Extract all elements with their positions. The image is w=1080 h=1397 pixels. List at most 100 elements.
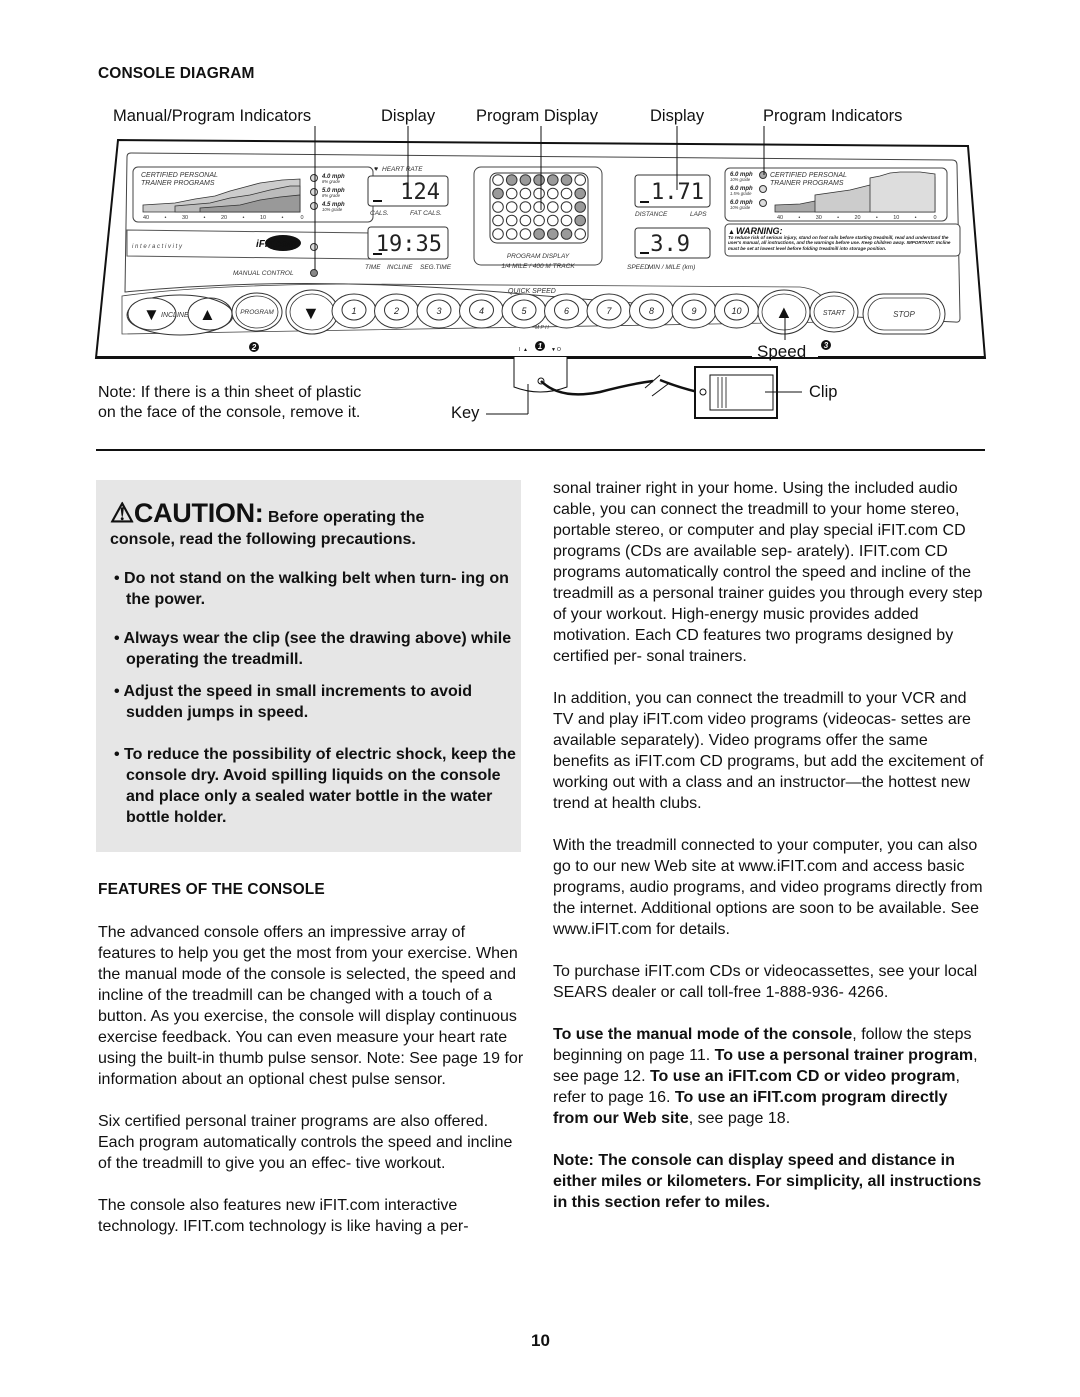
matrix-dot — [547, 174, 559, 186]
scale-tick-label: 10 — [893, 215, 899, 221]
mph-label: M P H — [535, 325, 549, 331]
display-2-label-time: TIME — [365, 264, 381, 271]
track-label: 1/4 MILE / 400 M TRACK — [501, 263, 575, 270]
speed-down-icon: ▼ — [302, 303, 320, 323]
start-button-label: START — [823, 310, 846, 317]
manual-control-light — [310, 269, 318, 277]
matrix-dot — [505, 187, 518, 200]
left-programs-title-1: CERTIFIED PERSONAL — [141, 172, 218, 179]
matrix-dot — [505, 174, 518, 186]
matrix-dot — [547, 201, 559, 213]
right-paragraph-3: With the treadmill connected to your com… — [553, 837, 983, 938]
scale-tick-label: 20 — [221, 215, 227, 221]
matrix-dot — [533, 228, 545, 240]
manual-control-label: MANUAL CONTROL — [233, 270, 294, 277]
warning-text: To reduce risk of serious injury, stand … — [728, 235, 951, 251]
display-2-label-segtime: SEG.TIME — [420, 264, 452, 271]
incline-down-icon: ▼ — [143, 305, 160, 324]
matrix-dot — [574, 214, 587, 227]
display-2-value: 19:35 — [376, 232, 442, 257]
page-number: 10 — [531, 1331, 550, 1350]
quick-speed-button-2[interactable]: 2 — [374, 293, 419, 329]
quick-speed-label: 2 — [393, 306, 399, 316]
right-indicator-light-2 — [759, 185, 767, 193]
scale-tick-label: • — [282, 215, 284, 221]
quick-speed-button-6[interactable]: 6 — [544, 293, 589, 329]
quick-speed-button-1[interactable]: 1 — [331, 293, 377, 329]
matrix-dot — [547, 187, 559, 200]
matrix-dot — [560, 214, 573, 227]
safety-key — [513, 357, 568, 393]
scale-tick-label: 30 — [182, 215, 188, 221]
quick-speed-button-3[interactable]: 3 — [416, 293, 462, 329]
callout-key: Key — [451, 404, 480, 422]
matrix-dot — [505, 228, 518, 240]
program-grade-label: 1.5% grade — [730, 191, 752, 196]
quick-speed-button-9[interactable]: 9 — [671, 293, 717, 329]
program-display-label: PROGRAM DISPLAY — [507, 253, 570, 260]
scale-tick-label: 40 — [777, 215, 783, 221]
matrix-dot — [492, 228, 504, 240]
speed-up-icon: ▲ — [775, 302, 793, 322]
display-1-label-b: FAT CALS. — [410, 210, 442, 217]
caution-bullet: • To reduce the possibility of electric … — [114, 746, 516, 826]
display-2-label-incline: INCLINE — [387, 264, 413, 271]
plastic-note-line-1: Note: If there is a thin sheet of plasti… — [98, 384, 362, 401]
caution-header: ⚠CAUTION: Before operating the console, … — [110, 500, 510, 551]
matrix-dot — [519, 201, 532, 213]
display-3-label-laps: LAPS — [690, 211, 707, 218]
ifit-indicator-light — [310, 243, 318, 251]
caution-bullet: • Always wear the clip (see the drawing … — [114, 630, 512, 668]
scale-tick-label: • — [876, 215, 878, 221]
right-paragraph-4: To purchase iFIT.com CDs or videocassett… — [553, 963, 978, 1001]
caution-intro-b: console, read the following precautions. — [110, 531, 416, 548]
program-grade-label: 10% grade — [730, 205, 751, 210]
left-indicator-light-1 — [310, 174, 318, 182]
quick-speed-button-5[interactable]: 5 — [501, 293, 547, 329]
right-indicator-light-1 — [759, 171, 767, 179]
scale-tick-label: 40 — [143, 215, 149, 221]
matrix-dot — [533, 187, 545, 200]
incline-label: INCLINE — [161, 312, 189, 319]
scale-tick-label: • — [915, 215, 917, 221]
marker-2: 2 — [251, 343, 257, 352]
quick-speed-button-7[interactable]: 7 — [586, 293, 632, 329]
right-paragraph-1: sonal trainer right in your home. Using … — [553, 480, 983, 665]
left-indicator-light-3 — [310, 202, 318, 210]
matrix-dot — [519, 174, 532, 186]
matrix-dot — [574, 174, 587, 186]
matrix-dot — [547, 228, 559, 240]
matrix-dot — [492, 201, 504, 213]
matrix-dot — [505, 201, 518, 213]
quick-speed-label: 9 — [691, 306, 696, 316]
quick-speed-button-8[interactable]: 8 — [629, 293, 674, 329]
caution-title: CAUTION: — [133, 498, 264, 528]
left-programs-title-2: TRAINER PROGRAMS — [141, 180, 215, 187]
program-grade-label: 8% grade — [322, 179, 341, 184]
matrix-dot — [560, 174, 573, 186]
features-left-column: The advanced console offers an impressiv… — [98, 922, 526, 1258]
right-indicator-light-3 — [759, 199, 767, 207]
program-grade-label: 10% grade — [322, 207, 343, 212]
scale-tick-label: • — [243, 215, 245, 221]
key-switch-on-label: I — [519, 347, 520, 353]
matrix-dot — [492, 187, 504, 200]
heart-icon: ♥ — [374, 166, 378, 173]
quick-speed-label: 1 — [351, 306, 356, 316]
caution-bullet: • Adjust the speed in small increments t… — [114, 683, 472, 721]
right-column: sonal trainer right in your home. Using … — [553, 478, 985, 1234]
quick-speed-button-4[interactable]: 4 — [459, 293, 504, 329]
right-paragraph-2: In addition, you can connect the treadmi… — [553, 690, 984, 812]
scale-tick-label: • — [837, 215, 839, 221]
right-programs-title-2: TRAINER PROGRAMS — [770, 180, 844, 187]
matrix-dot — [574, 201, 587, 213]
quick-speed-button-10[interactable]: 10 — [714, 293, 759, 329]
matrix-dot — [492, 174, 504, 186]
right-paragraph-6: Note: The console can display speed and … — [553, 1152, 982, 1211]
matrix-dot — [519, 187, 532, 200]
heart-rate-label: HEART RATE — [382, 166, 423, 173]
matrix-dot — [547, 214, 559, 227]
program-grade-label: 8% grade — [322, 193, 341, 198]
plastic-note-line-2: on the face of the console, remove it. — [98, 404, 361, 421]
scale-tick-label: 0 — [933, 215, 936, 221]
